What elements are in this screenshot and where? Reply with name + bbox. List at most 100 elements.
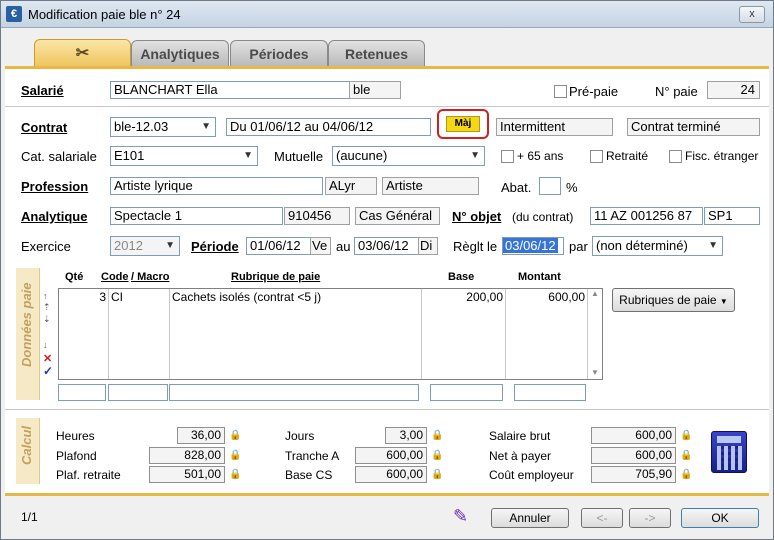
plus65-checkbox[interactable] bbox=[501, 150, 514, 163]
rubriques-button-label: Rubriques de paie bbox=[619, 293, 717, 307]
profession-field[interactable]: Artiste lyrique bbox=[110, 177, 323, 195]
periode-du-field[interactable]: 01/06/12 bbox=[246, 237, 311, 255]
row-tools: ↑ ⇡ ⇣ ↓ ✕ ✓ bbox=[43, 289, 57, 379]
trancheA-field: 600,00 bbox=[355, 447, 427, 464]
abat-field[interactable] bbox=[539, 177, 561, 195]
donnees-side-panel: Données paie bbox=[16, 268, 40, 400]
table-row[interactable]: 3 CI Cachets isolés (contrat <5 j) 200,0… bbox=[59, 289, 587, 306]
exercice-label: Exercice bbox=[21, 239, 71, 254]
contrat-select[interactable]: ble-12.03 ▼ bbox=[110, 117, 216, 137]
plafr-label: Plaf. retraite bbox=[56, 468, 121, 482]
next-button[interactable]: -> bbox=[629, 508, 671, 528]
ok-button[interactable]: OK bbox=[681, 508, 759, 528]
jours-label: Jours bbox=[285, 429, 315, 443]
nobjet-field[interactable]: 11 AZ 001256 87 bbox=[590, 207, 703, 225]
nobjet-sub-label: (du contrat) bbox=[512, 210, 574, 224]
dropdown-arrow-icon: ▼ bbox=[719, 297, 728, 306]
window-title: Modification paie ble n° 24 bbox=[28, 7, 181, 22]
brut-field: 600,00 bbox=[591, 427, 676, 444]
analytique-cas-field: Cas Général bbox=[355, 207, 440, 225]
analytique-code-field: 910456 bbox=[284, 207, 350, 225]
cat-select[interactable]: E101 ▼ bbox=[110, 146, 258, 166]
move-up-fast-icon[interactable]: ⇡ bbox=[43, 302, 51, 313]
par-select[interactable]: (non déterminé) ▼ bbox=[592, 236, 723, 256]
close-button[interactable]: x bbox=[739, 6, 765, 23]
contrat-value: ble-12.03 bbox=[114, 119, 169, 134]
plus65-label: + 65 ans bbox=[517, 149, 564, 163]
lock-icon: 🔒 bbox=[431, 450, 444, 461]
annuler-button[interactable]: Annuler bbox=[491, 508, 569, 528]
tab-tools[interactable]: ✂ bbox=[34, 39, 131, 67]
contrat-label: Contrat bbox=[21, 120, 68, 135]
new-montant-input[interactable] bbox=[514, 384, 586, 401]
exercice-select[interactable]: 2012 ▼ bbox=[110, 236, 180, 256]
mutuelle-select[interactable]: (aucune) ▼ bbox=[332, 146, 485, 166]
mutuelle-value: (aucune) bbox=[336, 148, 388, 163]
lock-icon: 🔒 bbox=[229, 430, 242, 441]
periode-au-field[interactable]: 03/06/12 bbox=[354, 237, 419, 255]
analytique-field[interactable]: Spectacle 1 bbox=[110, 207, 283, 225]
calcul-side-label: Calcul bbox=[19, 425, 34, 465]
col-rubrique: Rubrique de paie bbox=[231, 271, 321, 283]
profession-label: Profession bbox=[21, 179, 89, 194]
reglt-field[interactable]: 03/06/12 bbox=[502, 237, 564, 255]
new-qte-input[interactable] bbox=[58, 384, 106, 401]
prev-button[interactable]: <- bbox=[581, 508, 623, 528]
cell-code: CI bbox=[111, 290, 123, 304]
periode-du-day: Ve bbox=[310, 237, 331, 255]
window: € Modification paie ble n° 24 x ✂ Analyt… bbox=[0, 0, 774, 540]
rubriques-button[interactable]: Rubriques de paie ▼ bbox=[612, 288, 735, 312]
separator bbox=[5, 409, 769, 410]
validate-icon[interactable]: ✓ bbox=[43, 364, 53, 378]
contrat-dates-field: Du 01/06/12 au 04/06/12 bbox=[226, 118, 431, 136]
exercice-value: 2012 bbox=[114, 238, 143, 253]
scroll-down-arrow[interactable]: ▼ bbox=[591, 368, 599, 377]
cout-field: 705,90 bbox=[591, 466, 676, 483]
tab-analytiques[interactable]: Analytiques bbox=[131, 40, 229, 67]
par-value: (non déterminé) bbox=[596, 238, 688, 253]
move-down-icon[interactable]: ↓ bbox=[43, 340, 48, 350]
jours-field: 3,00 bbox=[385, 427, 427, 444]
new-rubrique-input[interactable] bbox=[169, 384, 419, 401]
calcul-side-panel: Calcul bbox=[16, 418, 40, 484]
brut-label: Salaire brut bbox=[489, 429, 551, 443]
tab-bar: ✂ Analytiques Périodes Retenues bbox=[1, 29, 773, 67]
new-code-input[interactable] bbox=[108, 384, 168, 401]
col-base: Base bbox=[448, 271, 475, 283]
salarie-name-field[interactable]: BLANCHART Ella bbox=[110, 81, 351, 99]
prepaie-checkbox[interactable] bbox=[554, 85, 567, 98]
tab-periodes[interactable]: Périodes bbox=[230, 40, 328, 67]
npaie-field: 24 bbox=[707, 81, 760, 99]
maj-button[interactable]: Màj bbox=[446, 116, 480, 132]
nobjet2-field[interactable]: SP1 bbox=[704, 207, 760, 225]
cout-label: Coût employeur bbox=[489, 468, 574, 482]
cat-value: E101 bbox=[114, 148, 145, 163]
scroll-up-arrow[interactable]: ▲ bbox=[591, 289, 599, 298]
retraite-checkbox[interactable] bbox=[590, 150, 603, 163]
col-montant: Montant bbox=[518, 271, 561, 283]
au-label: au bbox=[336, 239, 351, 254]
cell-montant: 600,00 bbox=[548, 290, 585, 304]
chevron-down-icon: ▼ bbox=[165, 240, 175, 251]
donnees-grid: 3 CI Cachets isolés (contrat <5 j) 200,0… bbox=[58, 288, 603, 380]
move-up-icon[interactable]: ↑ bbox=[43, 291, 48, 301]
footer-bar: 1/1 ✎ Annuler <- -> OK bbox=[1, 498, 773, 539]
profession-code-field: ALyr bbox=[325, 177, 377, 195]
new-base-input[interactable] bbox=[430, 384, 503, 401]
tab-retenues[interactable]: Retenues bbox=[328, 40, 425, 67]
lock-icon: 🔒 bbox=[680, 450, 693, 461]
fisc-checkbox[interactable] bbox=[669, 150, 682, 163]
separator bbox=[5, 106, 769, 107]
periode-label: Période bbox=[191, 239, 239, 254]
maj-highlight: Màj bbox=[437, 109, 489, 139]
reglt-value: 03/06/12 bbox=[503, 238, 558, 253]
move-down-fast-icon[interactable]: ⇣ bbox=[43, 314, 51, 325]
cell-qte: 3 bbox=[99, 290, 106, 304]
calculator-icon[interactable] bbox=[711, 431, 747, 473]
pct-label: % bbox=[566, 180, 578, 195]
scrollbar-divider bbox=[587, 289, 588, 379]
app-icon: € bbox=[6, 6, 22, 22]
contrat-status-field: Contrat terminé bbox=[627, 118, 760, 136]
net-label: Net à payer bbox=[489, 449, 552, 463]
pencil-icon[interactable]: ✎ bbox=[453, 506, 468, 527]
